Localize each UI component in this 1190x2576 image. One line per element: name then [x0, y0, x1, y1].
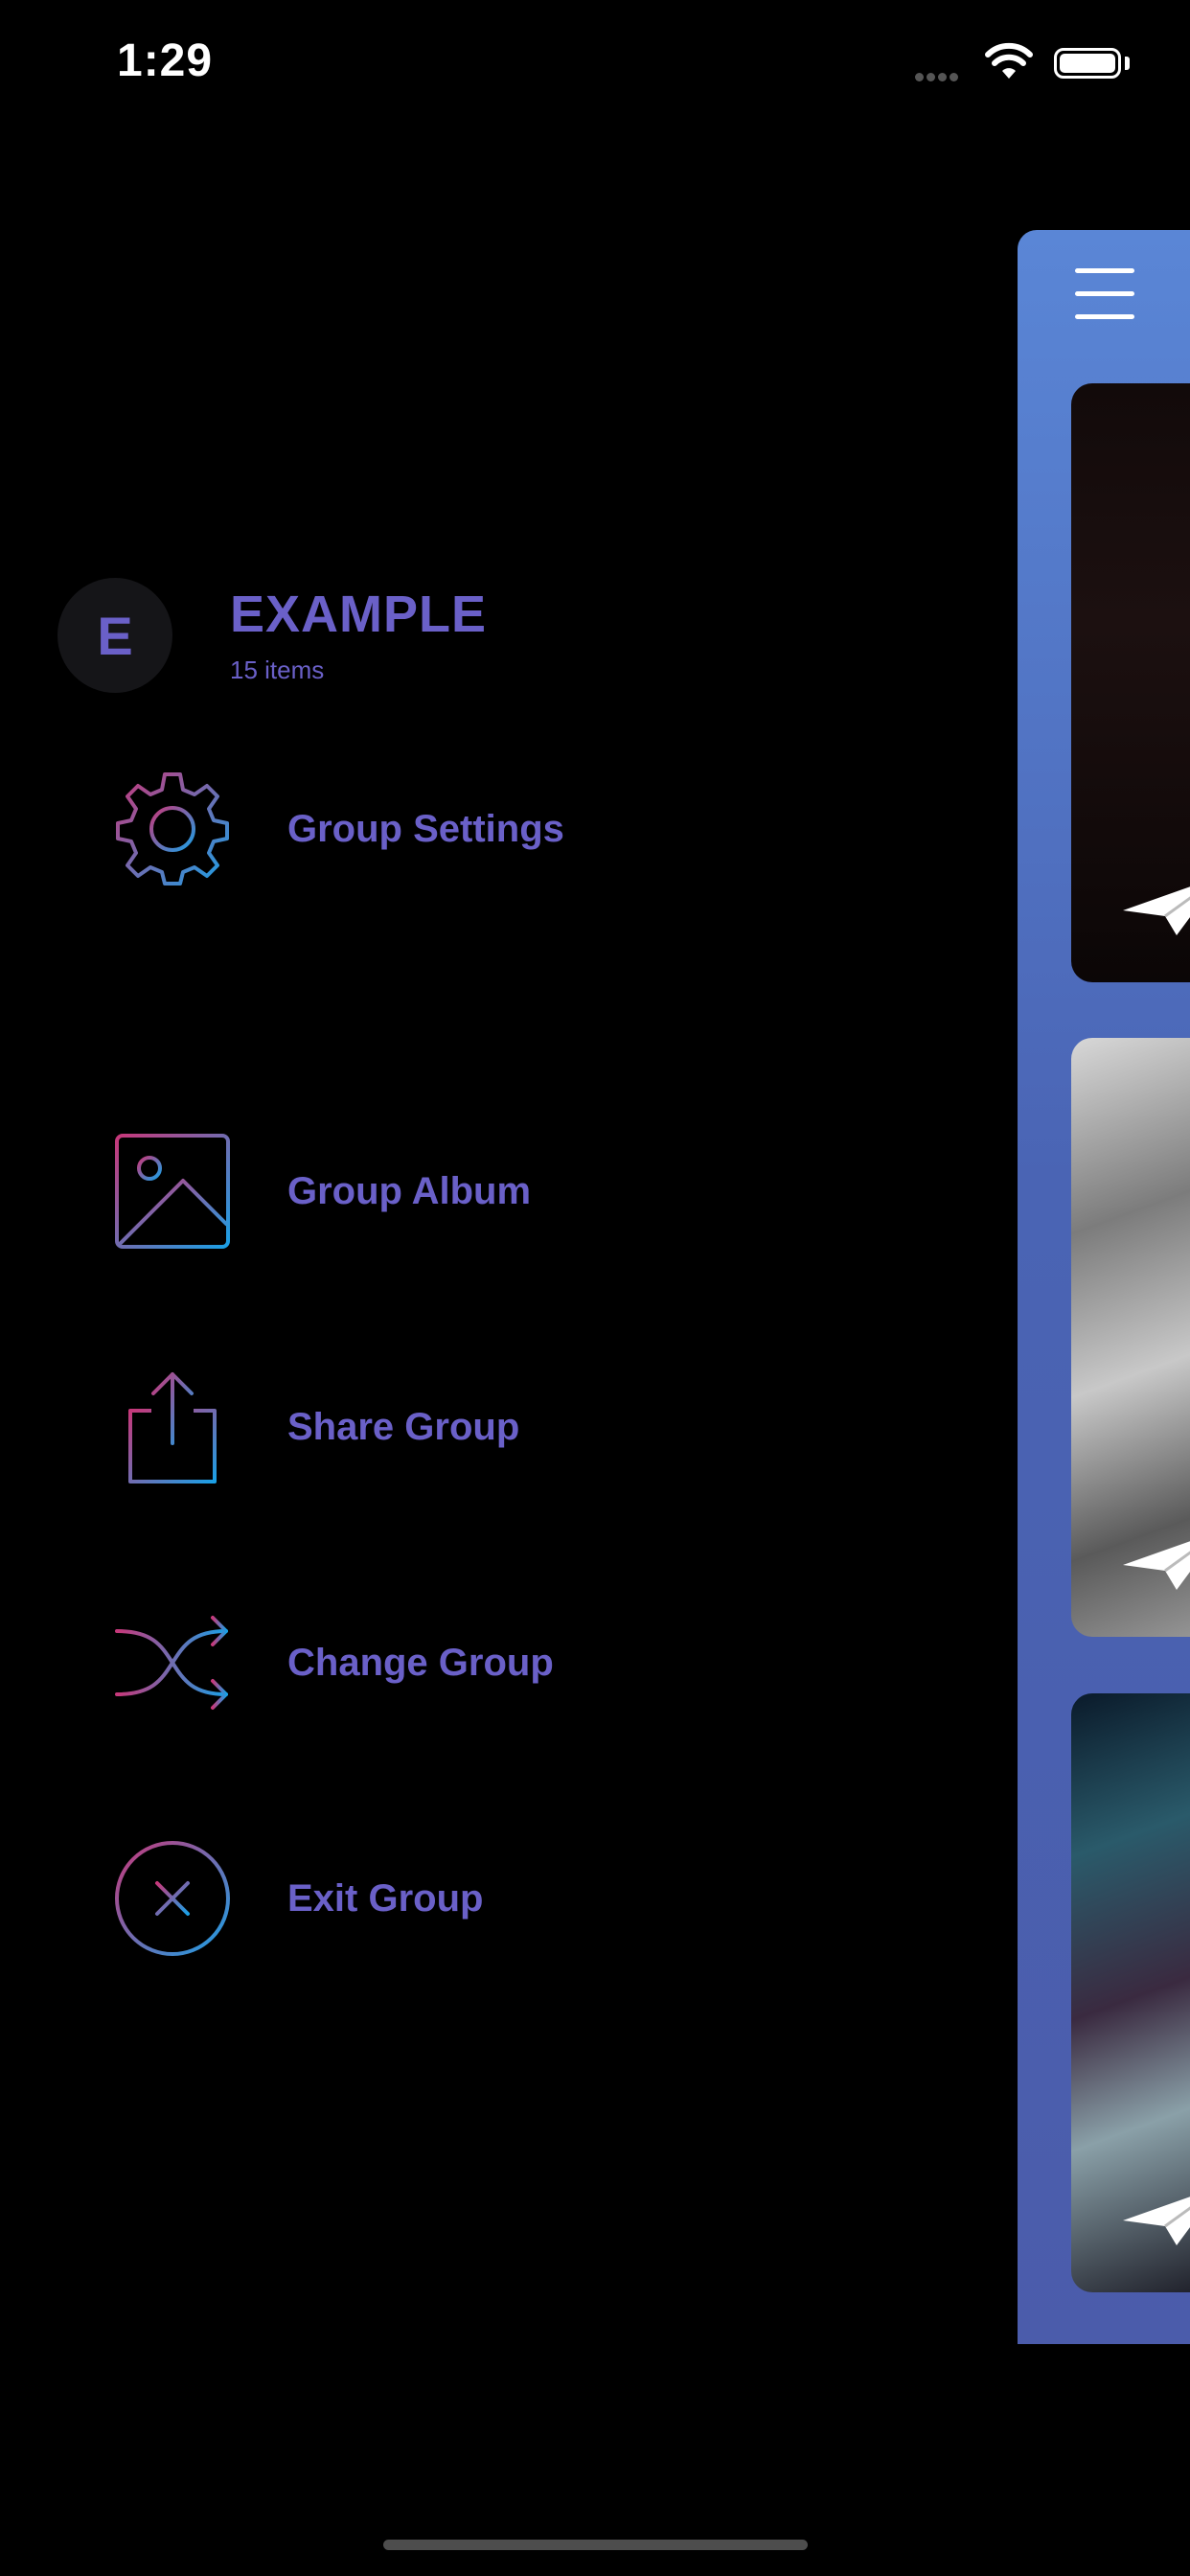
main-content-panel[interactable]	[1018, 230, 1190, 2344]
feed-card[interactable]	[1071, 1038, 1190, 1637]
wifi-icon	[985, 42, 1033, 85]
group-name: EXAMPLE	[230, 586, 488, 643]
status-time: 1:29	[117, 35, 214, 86]
gear-icon	[105, 762, 240, 896]
paper-plane-icon[interactable]	[1119, 2182, 1190, 2254]
menu-item-label: Group Album	[287, 1169, 532, 1212]
paper-plane-icon[interactable]	[1119, 872, 1190, 944]
home-indicator[interactable]	[383, 2540, 808, 2550]
menu-item-label: Share Group	[287, 1405, 520, 1448]
menu-item-group-settings[interactable]: Group Settings	[105, 762, 776, 896]
menu-item-group-album[interactable]: Group Album	[105, 1124, 776, 1258]
share-icon	[105, 1360, 240, 1494]
group-avatar[interactable]: E	[57, 578, 172, 693]
side-drawer: E EXAMPLE 15 items Group Settings Group …	[0, 134, 1018, 2482]
cellular-signal-icon	[915, 69, 961, 86]
feed-card[interactable]	[1071, 1693, 1190, 2292]
close-circle-icon	[105, 1831, 240, 1966]
menu-item-share-group[interactable]: Share Group	[105, 1360, 776, 1494]
menu-item-label: Change Group	[287, 1641, 554, 1684]
menu-item-change-group[interactable]: Change Group	[105, 1596, 776, 1730]
battery-icon	[1054, 48, 1121, 79]
menu-item-label: Group Settings	[287, 807, 564, 850]
menu-item-label: Exit Group	[287, 1876, 484, 1920]
hamburger-icon[interactable]	[1075, 268, 1134, 319]
battery-tip	[1125, 57, 1130, 70]
shuffle-icon	[105, 1596, 240, 1730]
menu-item-exit-group[interactable]: Exit Group	[105, 1831, 776, 1966]
feed-card[interactable]	[1071, 383, 1190, 982]
group-item-count: 15 items	[230, 656, 325, 684]
image-icon	[105, 1124, 240, 1258]
status-bar: 1:29	[0, 0, 1190, 134]
paper-plane-icon[interactable]	[1119, 1527, 1190, 1598]
